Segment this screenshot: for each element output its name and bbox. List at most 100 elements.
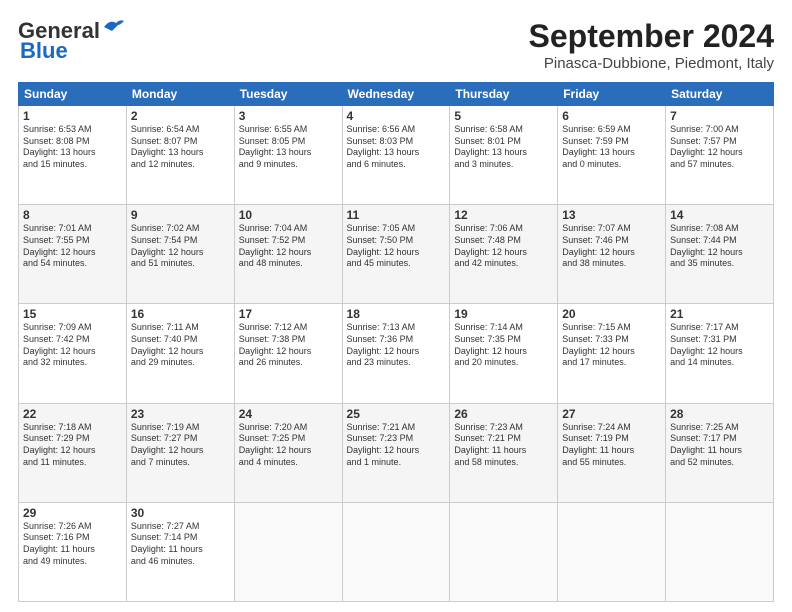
calendar-cell: 13Sunrise: 7:07 AM Sunset: 7:46 PM Dayli…	[558, 205, 666, 304]
calendar-cell	[666, 502, 774, 601]
calendar-cell: 1Sunrise: 6:53 AM Sunset: 8:08 PM Daylig…	[19, 106, 127, 205]
cell-details: Sunrise: 7:27 AM Sunset: 7:14 PM Dayligh…	[131, 521, 230, 568]
weekday-header-saturday: Saturday	[666, 83, 774, 106]
weekday-header-friday: Friday	[558, 83, 666, 106]
day-number: 15	[23, 307, 122, 321]
calendar-cell: 25Sunrise: 7:21 AM Sunset: 7:23 PM Dayli…	[342, 403, 450, 502]
cell-details: Sunrise: 7:08 AM Sunset: 7:44 PM Dayligh…	[670, 223, 769, 270]
weekday-header-tuesday: Tuesday	[234, 83, 342, 106]
cell-details: Sunrise: 7:20 AM Sunset: 7:25 PM Dayligh…	[239, 422, 338, 469]
calendar-cell: 26Sunrise: 7:23 AM Sunset: 7:21 PM Dayli…	[450, 403, 558, 502]
calendar-cell: 11Sunrise: 7:05 AM Sunset: 7:50 PM Dayli…	[342, 205, 450, 304]
day-number: 29	[23, 506, 122, 520]
cell-details: Sunrise: 7:14 AM Sunset: 7:35 PM Dayligh…	[454, 322, 553, 369]
calendar-cell: 23Sunrise: 7:19 AM Sunset: 7:27 PM Dayli…	[126, 403, 234, 502]
calendar-cell	[234, 502, 342, 601]
calendar-cell: 6Sunrise: 6:59 AM Sunset: 7:59 PM Daylig…	[558, 106, 666, 205]
day-number: 6	[562, 109, 661, 123]
calendar-week-2: 15Sunrise: 7:09 AM Sunset: 7:42 PM Dayli…	[19, 304, 774, 403]
day-number: 2	[131, 109, 230, 123]
day-number: 28	[670, 407, 769, 421]
weekday-header-row: SundayMondayTuesdayWednesdayThursdayFrid…	[19, 83, 774, 106]
cell-details: Sunrise: 7:11 AM Sunset: 7:40 PM Dayligh…	[131, 322, 230, 369]
calendar-cell: 2Sunrise: 6:54 AM Sunset: 8:07 PM Daylig…	[126, 106, 234, 205]
weekday-header-monday: Monday	[126, 83, 234, 106]
cell-details: Sunrise: 6:54 AM Sunset: 8:07 PM Dayligh…	[131, 124, 230, 171]
day-number: 10	[239, 208, 338, 222]
day-number: 9	[131, 208, 230, 222]
calendar-week-3: 22Sunrise: 7:18 AM Sunset: 7:29 PM Dayli…	[19, 403, 774, 502]
calendar-cell: 18Sunrise: 7:13 AM Sunset: 7:36 PM Dayli…	[342, 304, 450, 403]
calendar-cell: 20Sunrise: 7:15 AM Sunset: 7:33 PM Dayli…	[558, 304, 666, 403]
calendar-cell	[558, 502, 666, 601]
calendar-week-1: 8Sunrise: 7:01 AM Sunset: 7:55 PM Daylig…	[19, 205, 774, 304]
cell-details: Sunrise: 7:04 AM Sunset: 7:52 PM Dayligh…	[239, 223, 338, 270]
day-number: 12	[454, 208, 553, 222]
cell-details: Sunrise: 7:01 AM Sunset: 7:55 PM Dayligh…	[23, 223, 122, 270]
cell-details: Sunrise: 7:18 AM Sunset: 7:29 PM Dayligh…	[23, 422, 122, 469]
day-number: 18	[347, 307, 446, 321]
calendar-cell: 28Sunrise: 7:25 AM Sunset: 7:17 PM Dayli…	[666, 403, 774, 502]
title-block: September 2024 Pinasca-Dubbione, Piedmon…	[529, 18, 774, 72]
calendar-cell	[450, 502, 558, 601]
calendar-cell: 29Sunrise: 7:26 AM Sunset: 7:16 PM Dayli…	[19, 502, 127, 601]
day-number: 21	[670, 307, 769, 321]
cell-details: Sunrise: 6:56 AM Sunset: 8:03 PM Dayligh…	[347, 124, 446, 171]
header: General Blue September 2024 Pinasca-Dubb…	[18, 18, 774, 72]
cell-details: Sunrise: 7:19 AM Sunset: 7:27 PM Dayligh…	[131, 422, 230, 469]
day-number: 26	[454, 407, 553, 421]
logo-bird-icon	[102, 17, 124, 37]
calendar-cell: 27Sunrise: 7:24 AM Sunset: 7:19 PM Dayli…	[558, 403, 666, 502]
day-number: 11	[347, 208, 446, 222]
calendar-cell: 10Sunrise: 7:04 AM Sunset: 7:52 PM Dayli…	[234, 205, 342, 304]
calendar-cell: 22Sunrise: 7:18 AM Sunset: 7:29 PM Dayli…	[19, 403, 127, 502]
logo: General Blue	[18, 18, 124, 64]
cell-details: Sunrise: 7:24 AM Sunset: 7:19 PM Dayligh…	[562, 422, 661, 469]
cell-details: Sunrise: 7:09 AM Sunset: 7:42 PM Dayligh…	[23, 322, 122, 369]
day-number: 19	[454, 307, 553, 321]
calendar-cell: 8Sunrise: 7:01 AM Sunset: 7:55 PM Daylig…	[19, 205, 127, 304]
calendar-week-0: 1Sunrise: 6:53 AM Sunset: 8:08 PM Daylig…	[19, 106, 774, 205]
weekday-header-wednesday: Wednesday	[342, 83, 450, 106]
day-number: 3	[239, 109, 338, 123]
cell-details: Sunrise: 7:05 AM Sunset: 7:50 PM Dayligh…	[347, 223, 446, 270]
calendar-cell: 9Sunrise: 7:02 AM Sunset: 7:54 PM Daylig…	[126, 205, 234, 304]
cell-details: Sunrise: 7:00 AM Sunset: 7:57 PM Dayligh…	[670, 124, 769, 171]
calendar-cell: 5Sunrise: 6:58 AM Sunset: 8:01 PM Daylig…	[450, 106, 558, 205]
day-number: 5	[454, 109, 553, 123]
cell-details: Sunrise: 7:23 AM Sunset: 7:21 PM Dayligh…	[454, 422, 553, 469]
calendar-cell	[342, 502, 450, 601]
calendar-cell: 7Sunrise: 7:00 AM Sunset: 7:57 PM Daylig…	[666, 106, 774, 205]
day-number: 4	[347, 109, 446, 123]
day-number: 23	[131, 407, 230, 421]
calendar-cell: 12Sunrise: 7:06 AM Sunset: 7:48 PM Dayli…	[450, 205, 558, 304]
day-number: 7	[670, 109, 769, 123]
calendar-cell: 24Sunrise: 7:20 AM Sunset: 7:25 PM Dayli…	[234, 403, 342, 502]
day-number: 13	[562, 208, 661, 222]
cell-details: Sunrise: 7:25 AM Sunset: 7:17 PM Dayligh…	[670, 422, 769, 469]
day-number: 16	[131, 307, 230, 321]
calendar-cell: 15Sunrise: 7:09 AM Sunset: 7:42 PM Dayli…	[19, 304, 127, 403]
day-number: 25	[347, 407, 446, 421]
weekday-header-sunday: Sunday	[19, 83, 127, 106]
cell-details: Sunrise: 7:15 AM Sunset: 7:33 PM Dayligh…	[562, 322, 661, 369]
calendar-week-4: 29Sunrise: 7:26 AM Sunset: 7:16 PM Dayli…	[19, 502, 774, 601]
calendar-subtitle: Pinasca-Dubbione, Piedmont, Italy	[529, 55, 774, 72]
cell-details: Sunrise: 7:17 AM Sunset: 7:31 PM Dayligh…	[670, 322, 769, 369]
calendar-cell: 14Sunrise: 7:08 AM Sunset: 7:44 PM Dayli…	[666, 205, 774, 304]
cell-details: Sunrise: 7:26 AM Sunset: 7:16 PM Dayligh…	[23, 521, 122, 568]
day-number: 27	[562, 407, 661, 421]
cell-details: Sunrise: 7:13 AM Sunset: 7:36 PM Dayligh…	[347, 322, 446, 369]
day-number: 1	[23, 109, 122, 123]
logo-blue: Blue	[20, 38, 68, 64]
cell-details: Sunrise: 7:07 AM Sunset: 7:46 PM Dayligh…	[562, 223, 661, 270]
weekday-header-thursday: Thursday	[450, 83, 558, 106]
cell-details: Sunrise: 6:55 AM Sunset: 8:05 PM Dayligh…	[239, 124, 338, 171]
calendar-cell: 30Sunrise: 7:27 AM Sunset: 7:14 PM Dayli…	[126, 502, 234, 601]
calendar-cell: 4Sunrise: 6:56 AM Sunset: 8:03 PM Daylig…	[342, 106, 450, 205]
day-number: 14	[670, 208, 769, 222]
calendar-cell: 21Sunrise: 7:17 AM Sunset: 7:31 PM Dayli…	[666, 304, 774, 403]
cell-details: Sunrise: 7:02 AM Sunset: 7:54 PM Dayligh…	[131, 223, 230, 270]
cell-details: Sunrise: 6:53 AM Sunset: 8:08 PM Dayligh…	[23, 124, 122, 171]
day-number: 20	[562, 307, 661, 321]
